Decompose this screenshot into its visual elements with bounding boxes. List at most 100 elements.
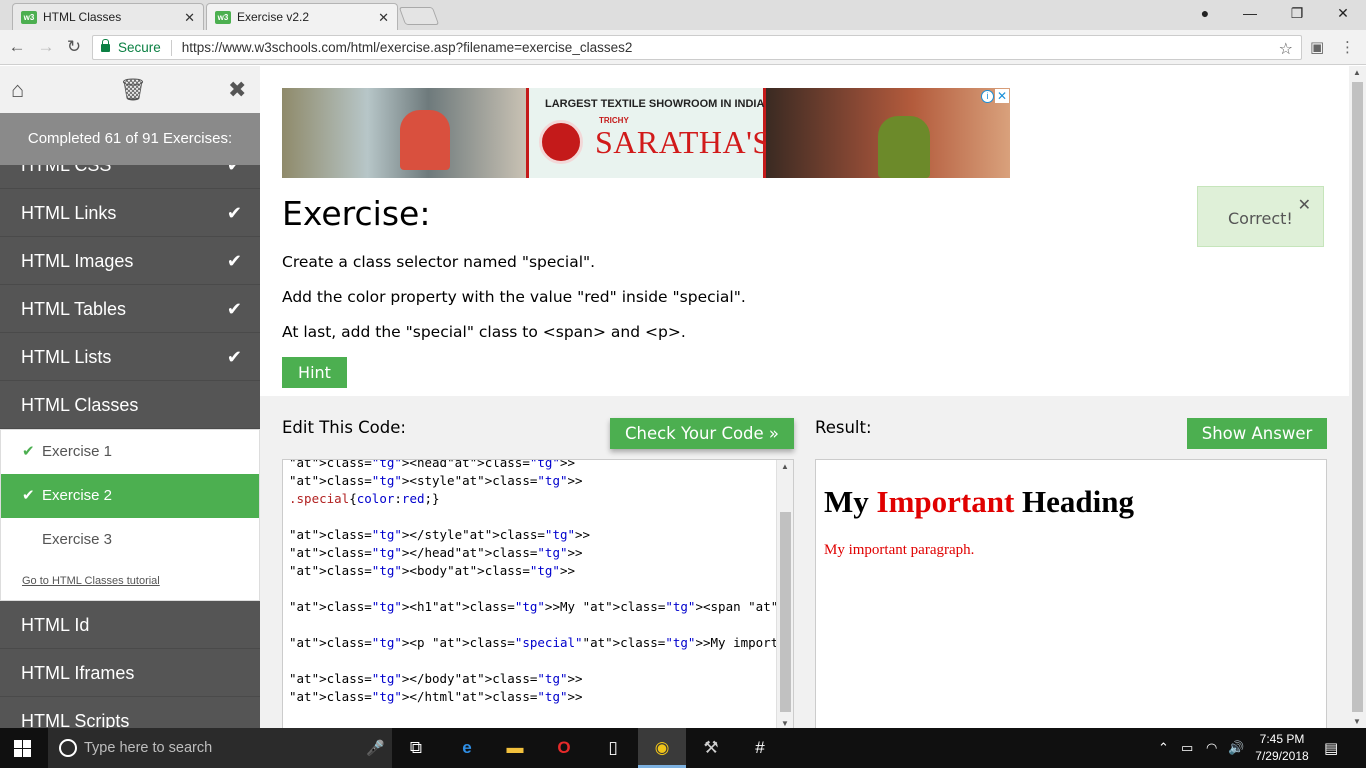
file-explorer-icon[interactable]: ▬	[503, 737, 527, 759]
code-line[interactable]: "at">class="tg"><body"at">class="tg">>	[289, 562, 793, 580]
sub-item-exercise-3[interactable]: Exercise 3	[1, 518, 259, 562]
opera-icon[interactable]: O	[552, 737, 576, 759]
sidebar-item-html-links[interactable]: HTML Links ✔	[0, 189, 260, 237]
microphone-icon[interactable]: 🎤	[366, 739, 385, 757]
sub-item-exercise-1[interactable]: ✔ Exercise 1	[1, 430, 259, 474]
ad-seal-logo	[539, 120, 583, 164]
sidebar-item-html-images[interactable]: HTML Images ✔	[0, 237, 260, 285]
new-tab-button[interactable]	[398, 7, 440, 25]
chrome-taskbar-button[interactable]: ◉	[638, 728, 686, 768]
scroll-thumb[interactable]	[780, 512, 791, 712]
profile-icon[interactable]: ●	[1195, 5, 1215, 21]
windows-start-icon[interactable]	[14, 740, 32, 757]
sidebar-item-html-scripts[interactable]: HTML Scripts	[0, 697, 260, 728]
checkmark-icon: ✔	[226, 299, 242, 319]
clock-date: 7/29/2018	[1255, 749, 1309, 763]
sidebar-item-html-iframes[interactable]: HTML Iframes	[0, 649, 260, 697]
show-answer-button[interactable]: Show Answer	[1187, 418, 1327, 449]
check-code-button[interactable]: Check Your Code »	[610, 418, 794, 449]
code-text[interactable]: "at">class="tg"><head"at">class="tg">> "a…	[289, 460, 793, 706]
code-line[interactable]: "at">class="tg"><h1"at">class="tg">>My "…	[289, 598, 793, 616]
code-line[interactable]: .special{color:red;}	[289, 490, 793, 508]
exercise-sidebar: ⌂ 🗑 ✖ Completed 61 of 91 Exercises: HTML…	[0, 66, 260, 728]
sidebar-item-label: HTML Lists	[21, 347, 112, 367]
minimize-icon[interactable]: —	[1240, 5, 1260, 21]
notification-icon[interactable]: ▤	[1324, 739, 1338, 757]
menu-kebab-icon[interactable]: ⋮	[1340, 38, 1355, 56]
home-icon[interactable]: ⌂	[11, 77, 24, 103]
page-scrollbar[interactable]: ▲ ▼	[1349, 66, 1366, 728]
scroll-up-icon[interactable]: ▲	[1353, 68, 1361, 77]
code-line[interactable]: "at">class="tg"></body"at">class="tg">>	[289, 670, 793, 688]
sidebar-item-html-lists[interactable]: HTML Lists ✔	[0, 333, 260, 381]
volume-icon[interactable]: 🔊	[1228, 740, 1244, 756]
code-line[interactable]	[289, 580, 793, 598]
sidebar-item-html-id[interactable]: HTML Id	[0, 601, 260, 649]
taskbar-search[interactable]: Type here to search 🎤	[48, 728, 392, 768]
code-line[interactable]	[289, 616, 793, 634]
ad-center-panel: LARGEST TEXTILE SHOWROOM IN INDIA TRICHY…	[526, 88, 770, 178]
code-line[interactable]	[289, 652, 793, 670]
code-line[interactable]: "at">class="tg"></style"at">class="tg">>	[289, 526, 793, 544]
ad-tagline: LARGEST TEXTILE SHOWROOM IN INDIA	[545, 98, 765, 110]
reload-icon[interactable]: ↻	[64, 37, 84, 57]
code-line[interactable]: "at">class="tg"><style"at">class="tg">>	[289, 472, 793, 490]
ad-close-icon[interactable]: ✕	[995, 89, 1009, 103]
tab-close-icon[interactable]: ✕	[378, 10, 389, 26]
tab-close-icon[interactable]: ✕	[184, 10, 195, 26]
advertisement-banner[interactable]: LARGEST TEXTILE SHOWROOM IN INDIA TRICHY…	[282, 88, 1010, 178]
code-section: Edit This Code: Check Your Code » Result…	[260, 396, 1349, 728]
tutorial-link[interactable]: Go to HTML Classes tutorial	[1, 562, 259, 600]
trash-icon[interactable]: 🗑	[119, 77, 147, 103]
window-close-icon[interactable]: ✕	[1333, 5, 1353, 22]
battery-icon[interactable]: ▭	[1181, 740, 1193, 756]
wifi-icon[interactable]: ◠	[1206, 740, 1217, 756]
sub-item-label: Exercise 3	[42, 531, 113, 548]
sidebar-item-html-classes[interactable]: HTML Classes	[0, 381, 260, 429]
extension-icon[interactable]: ▣	[1310, 38, 1324, 56]
document-icon[interactable]: ▯	[601, 737, 625, 759]
task-view-icon[interactable]: ⧉	[404, 737, 428, 759]
sidebar-item-label: HTML Scripts	[21, 711, 130, 728]
chevron-up-icon[interactable]: ⌃	[1158, 740, 1169, 756]
code-line[interactable]: "at">class="tg"><p "at">class="special""…	[289, 634, 793, 652]
exercise-title: Exercise:	[282, 194, 431, 233]
ad-brand-name: SARATHA'S	[595, 124, 771, 160]
w3schools-favicon-icon: w3	[21, 10, 37, 24]
instruction-line: Create a class selector named "special".	[282, 253, 596, 271]
system-clock[interactable]: 7:45 PM 7/29/2018	[1254, 731, 1310, 765]
restore-icon[interactable]: ❐	[1287, 5, 1307, 22]
scroll-down-icon[interactable]: ▼	[781, 719, 789, 728]
code-editor[interactable]: "at">class="tg"><head"at">class="tg">> "a…	[282, 459, 794, 728]
slack-icon[interactable]: #	[748, 737, 772, 759]
hint-button[interactable]: Hint	[282, 357, 347, 388]
close-icon[interactable]: ✕	[1298, 195, 1311, 214]
tab-html-classes[interactable]: w3 HTML Classes ✕	[12, 3, 204, 30]
forward-arrow-icon[interactable]: →	[36, 37, 56, 57]
sidebar-item-html-tables[interactable]: HTML Tables ✔	[0, 285, 260, 333]
scroll-down-icon[interactable]: ▼	[1353, 717, 1361, 726]
ad-info-icon[interactable]: i	[981, 90, 994, 103]
checkmark-icon: ✔	[226, 347, 242, 367]
bookmark-star-icon[interactable]: ☆	[1279, 39, 1293, 59]
tab-title: Exercise v2.2	[237, 10, 310, 24]
back-arrow-icon[interactable]: ←	[7, 37, 27, 57]
scroll-thumb[interactable]	[1352, 82, 1363, 712]
edge-icon[interactable]: e	[455, 737, 479, 759]
tools-icon[interactable]: ⚒	[699, 737, 723, 759]
url-field[interactable]: Secure https://www.w3schools.com/html/ex…	[92, 35, 1302, 60]
sub-item-exercise-2[interactable]: ✔ Exercise 2	[1, 474, 259, 518]
checkmark-icon: ✔	[226, 203, 242, 223]
code-line[interactable]: "at">class="tg"></head"at">class="tg">>	[289, 544, 793, 562]
code-line[interactable]: "at">class="tg"><head"at">class="tg">>	[289, 460, 793, 472]
close-icon[interactable]: ✖	[228, 77, 246, 103]
code-line[interactable]	[289, 508, 793, 526]
lock-icon	[101, 38, 110, 52]
scroll-up-icon[interactable]: ▲	[781, 462, 789, 471]
editor-scrollbar[interactable]: ▲ ▼	[776, 460, 793, 728]
code-line[interactable]: "at">class="tg"></html"at">class="tg">>	[289, 688, 793, 706]
tab-exercise[interactable]: w3 Exercise v2.2 ✕	[206, 3, 398, 30]
search-placeholder: Type here to search	[84, 740, 213, 756]
main-content: LARGEST TEXTILE SHOWROOM IN INDIA TRICHY…	[260, 66, 1349, 728]
cortana-icon	[59, 739, 77, 757]
